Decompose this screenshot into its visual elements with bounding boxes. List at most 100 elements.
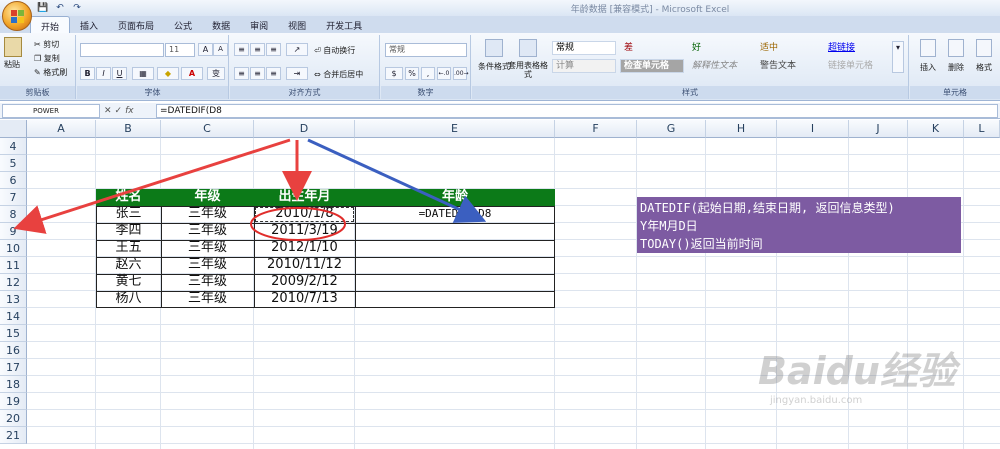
table-format-button[interactable]: 套用表格格式 (508, 39, 548, 79)
name-box[interactable]: POWER (2, 104, 100, 118)
number-group-label: 数字 (381, 86, 470, 99)
cut-button[interactable]: ✂ 剪切 (34, 39, 59, 50)
table-format-icon (519, 39, 537, 57)
align-middle-icon[interactable]: ≡ (250, 43, 265, 56)
font-color-button[interactable]: A (181, 67, 203, 80)
style-linked-cell[interactable]: 链接单元格 (824, 59, 888, 73)
delete-cells-icon (948, 39, 964, 57)
percent-button[interactable]: % (405, 67, 419, 80)
underline-button[interactable]: U (112, 67, 127, 80)
delete-cells-button[interactable]: 删除 (944, 39, 968, 73)
bold-button[interactable]: B (80, 67, 95, 80)
cells-group-label: 单元格 (910, 86, 1000, 99)
style-check-cell[interactable]: 检查单元格 (620, 59, 684, 73)
font-group: 11 A A B I U ▦ ◆ A 变 字体 (77, 35, 229, 99)
copy-button[interactable]: ❐ 复制 (34, 53, 60, 64)
wrap-text-button[interactable]: ⏎ 自动换行 (314, 45, 355, 56)
number-format-combo[interactable]: 常规 (385, 43, 467, 57)
tab-developer[interactable]: 开发工具 (316, 16, 372, 33)
shrink-font-button[interactable]: A (213, 43, 228, 56)
formula-input[interactable]: =DATEDIF(D8 (156, 104, 998, 118)
format-painter-button[interactable]: ✎ 格式刷 (34, 67, 67, 78)
comma-button[interactable]: , (421, 67, 435, 80)
red-arrow-left (13, 138, 291, 234)
window-title: 年龄数据 [兼容模式] - Microsoft Excel (570, 5, 730, 15)
align-left-icon[interactable]: ≡ (234, 67, 249, 80)
border-icon: ▦ (139, 69, 147, 78)
styles-more-button[interactable]: ▾ (892, 41, 904, 73)
align-bottom-icon[interactable]: ≡ (266, 43, 281, 56)
paste-label: 粘贴 (4, 60, 20, 69)
align-center-icon[interactable]: ≡ (250, 67, 265, 80)
copy-icon: ❐ (34, 54, 42, 63)
annotation-overlay (13, 138, 487, 241)
tab-review[interactable]: 审阅 (240, 16, 278, 33)
format-cells-button[interactable]: 格式 (972, 39, 996, 73)
tab-view[interactable]: 视图 (278, 16, 316, 33)
insert-cells-icon (920, 39, 936, 57)
style-calculation[interactable]: 计算 (552, 59, 616, 73)
conditional-format-button[interactable]: 条件格式 (476, 39, 512, 72)
styles-group: 条件格式 套用表格格式 常规 差 好 适中 超链接 计算 检查单元格 解释性文本… (472, 35, 909, 99)
worksheet-grid[interactable]: ABCDEFGHIJKL 4 5 6 7 8 9 10 11 12 13 14 15 16 17 18 19 2… (0, 120, 1000, 449)
clipboard-group: 粘贴 ✂ 剪切 ❐ 复制 ✎ 格式刷 剪贴板 (0, 35, 76, 99)
indent-icon[interactable]: ⇥ (286, 67, 308, 80)
red-circle (250, 207, 346, 241)
style-bad[interactable]: 差 (620, 41, 684, 55)
style-warning[interactable]: 警告文本 (756, 59, 820, 73)
tab-formulas[interactable]: 公式 (164, 16, 202, 33)
tab-insert[interactable]: 插入 (70, 16, 108, 33)
paste-button[interactable]: 粘贴 (4, 37, 26, 73)
currency-button[interactable]: $ (385, 67, 403, 80)
alignment-group: ≡ ≡ ≡ ↗ ⏎ 自动换行 ≡ ≡ ≡ ⇥ ⇔ 合并后居中 对齐方式 (230, 35, 380, 99)
chevron-down-icon: ▾ (895, 43, 900, 52)
brush-icon: ✎ (34, 68, 41, 77)
style-good[interactable]: 好 (688, 41, 752, 55)
ribbon-tabs: 开始 插入 页面布局 公式 数据 审阅 视图 开发工具 (0, 16, 1000, 33)
fill-color-button[interactable]: ◆ (157, 67, 179, 80)
formula-bar: POWER ✕ ✓ fx =DATEDIF(D8 (0, 103, 1000, 119)
ribbon: 粘贴 ✂ 剪切 ❐ 复制 ✎ 格式刷 剪贴板 11 A A B I U ▦ ◆ … (0, 33, 1000, 101)
enter-icon[interactable]: ✓ (115, 104, 123, 118)
decrease-decimal-button[interactable]: .00→ (453, 67, 469, 80)
style-explanatory[interactable]: 解释性文本 (688, 59, 752, 73)
insert-function-icon[interactable]: fx (125, 104, 134, 118)
italic-button[interactable]: I (96, 67, 111, 80)
format-cells-icon (976, 39, 992, 57)
font-name-combo[interactable] (80, 43, 164, 57)
align-top-icon[interactable]: ≡ (234, 43, 249, 56)
office-button[interactable] (2, 1, 32, 31)
align-right-icon[interactable]: ≡ (266, 67, 281, 80)
increase-decimal-button[interactable]: ←.0 (437, 67, 451, 80)
insert-cells-button[interactable]: 插入 (916, 39, 940, 73)
tab-page-layout[interactable]: 页面布局 (108, 16, 164, 33)
excel-window: 💾 ↶ ↷ 年龄数据 [兼容模式] - Microsoft Excel 开始 插… (0, 0, 1000, 449)
clipboard-group-label: 剪贴板 (0, 86, 75, 99)
merge-center-button[interactable]: ⇔ 合并后居中 (314, 69, 363, 80)
border-button[interactable]: ▦ (132, 67, 154, 80)
cells-group: 插入 删除 格式 单元格 (910, 35, 1000, 99)
font-size-combo[interactable]: 11 (165, 43, 195, 57)
font-group-label: 字体 (77, 86, 228, 99)
alignment-group-label: 对齐方式 (230, 86, 379, 99)
cancel-icon[interactable]: ✕ (104, 104, 112, 118)
style-neutral[interactable]: 适中 (756, 41, 820, 55)
style-normal[interactable]: 常规 (552, 41, 616, 55)
office-logo-icon (11, 10, 24, 23)
conditional-format-icon (485, 39, 503, 57)
wrap-icon: ⏎ (314, 46, 321, 55)
merge-icon: ⇔ (314, 70, 321, 79)
tab-data[interactable]: 数据 (202, 16, 240, 33)
title-bar: 💾 ↶ ↷ 年龄数据 [兼容模式] - Microsoft Excel (0, 0, 1000, 16)
orientation-icon[interactable]: ↗ (286, 43, 308, 56)
blue-arrow (307, 138, 487, 223)
number-group: 常规 $ % , ←.0 .00→ 数字 (381, 35, 471, 99)
style-hyperlink[interactable]: 超链接 (824, 41, 888, 55)
grow-font-button[interactable]: A (198, 43, 213, 56)
styles-group-label: 样式 (472, 86, 908, 99)
fill-bucket-icon: ◆ (164, 69, 172, 78)
paste-icon (4, 37, 22, 57)
phonetic-button[interactable]: 变 (207, 67, 225, 80)
tab-home[interactable]: 开始 (30, 16, 71, 33)
formula-buttons: ✕ ✓ fx (104, 104, 134, 118)
